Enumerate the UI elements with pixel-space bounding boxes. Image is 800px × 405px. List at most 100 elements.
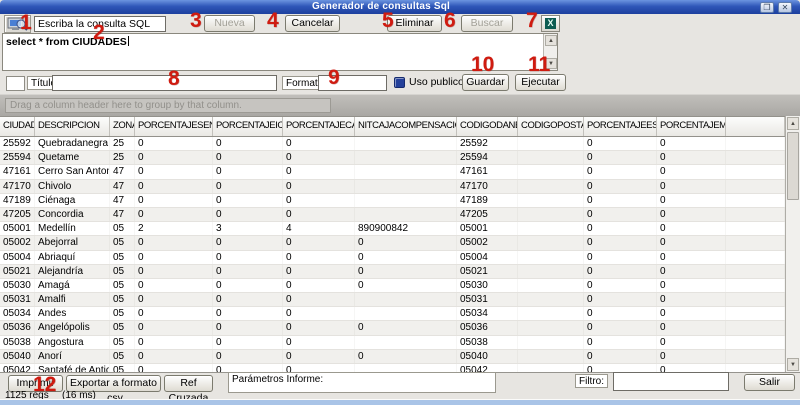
table-cell: 0 xyxy=(135,350,213,363)
table-cell xyxy=(726,265,785,278)
table-cell xyxy=(726,350,785,363)
column-header-descripcion[interactable]: DESCRIPCION xyxy=(35,117,110,136)
table-cell: 05038 xyxy=(0,336,35,349)
table-cell: 05038 xyxy=(457,336,518,349)
column-header-empty[interactable] xyxy=(726,117,785,136)
annotation-number-4: 4 xyxy=(267,11,279,30)
table-cell: 47170 xyxy=(457,180,518,193)
cancelar-button[interactable]: Cancelar xyxy=(285,15,340,32)
table-cell: 05 xyxy=(110,336,135,349)
eliminar-button[interactable]: Eliminar xyxy=(387,15,442,32)
table-cell: 0 xyxy=(584,251,657,264)
table-cell: 0 xyxy=(657,208,726,221)
row-indicator-box xyxy=(6,76,25,91)
table-cell xyxy=(355,151,457,164)
scrollbar-thumb[interactable] xyxy=(787,132,799,200)
annotation-number-5: 5 xyxy=(382,11,394,30)
maximize-button[interactable]: ❐ xyxy=(760,2,774,13)
table-cell: 05002 xyxy=(457,236,518,249)
scroll-up-icon[interactable]: ▲ xyxy=(787,117,799,130)
column-header-nitcajacompensacion[interactable]: NITCAJACOMPENSACION xyxy=(355,117,457,136)
table-row[interactable]: 05040Anorí0500000504000 xyxy=(0,350,785,364)
table-row[interactable]: 47170Chivolo470004717000 xyxy=(0,180,785,194)
table-row[interactable]: 05001Medellín052348909008420500100 xyxy=(0,222,785,236)
column-header-codigodane[interactable]: CODIGODANE xyxy=(457,117,518,136)
table-cell: Cerro San Antonio xyxy=(35,165,110,178)
table-cell xyxy=(355,307,457,320)
salir-button[interactable]: Salir xyxy=(744,374,795,391)
table-row[interactable]: 05038Angostura050000503800 xyxy=(0,336,785,350)
table-row[interactable]: 47189Ciénaga470004718900 xyxy=(0,194,785,208)
table-cell: 3 xyxy=(213,222,283,235)
table-cell xyxy=(355,165,457,178)
table-cell: Santafé de Antio... xyxy=(35,364,110,372)
table-cell: Alejandría xyxy=(35,265,110,278)
table-cell: 0 xyxy=(584,236,657,249)
column-header-ciudad[interactable]: CIUDAD xyxy=(0,117,35,136)
filtro-input[interactable] xyxy=(613,372,729,391)
titulo-input[interactable] xyxy=(52,75,277,91)
grid-scrollbar[interactable]: ▲ ▼ xyxy=(785,116,800,372)
table-row[interactable]: 05030Amagá0500000503000 xyxy=(0,279,785,293)
scroll-up-icon[interactable]: ▲ xyxy=(545,35,557,46)
column-header-porcentajeicbf[interactable]: PORCENTAJEICBF xyxy=(213,117,283,136)
table-cell: Anorí xyxy=(35,350,110,363)
grid-rows: 25592Quebradanegra25000255920025594Queta… xyxy=(0,137,785,372)
window-title: Generador de consultas Sql xyxy=(312,1,450,12)
close-button[interactable]: ✕ xyxy=(778,2,792,13)
table-cell: 0 xyxy=(135,293,213,306)
excel-x-icon: X xyxy=(545,18,556,29)
table-row[interactable]: 47205Concordia470004720500 xyxy=(0,208,785,222)
table-row[interactable]: 25592Quebradanegra250002559200 xyxy=(0,137,785,151)
column-header-porcentajemen[interactable]: PORCENTAJEMEN xyxy=(657,117,726,136)
table-cell: Concordia xyxy=(35,208,110,221)
table-cell: 0 xyxy=(657,151,726,164)
table-cell: 0 xyxy=(213,236,283,249)
table-row[interactable]: 05031Amalfi050000503100 xyxy=(0,293,785,307)
nueva-button[interactable]: Nueva xyxy=(204,15,255,32)
table-cell: 0 xyxy=(584,321,657,334)
table-cell: Angelópolis xyxy=(35,321,110,334)
title-bar: Generador de consultas Sql ❐ ✕ xyxy=(0,0,800,14)
table-row[interactable]: 05036Angelópolis0500000503600 xyxy=(0,321,785,335)
table-cell xyxy=(726,321,785,334)
table-row[interactable]: 05021Alejandría0500000502100 xyxy=(0,265,785,279)
table-cell: 0 xyxy=(657,180,726,193)
column-header-codigopostal[interactable]: CODIGOPOSTAL xyxy=(518,117,584,136)
table-cell: 0 xyxy=(135,180,213,193)
table-cell: 47 xyxy=(110,208,135,221)
column-header-porcentajecaja[interactable]: PORCENTAJECAJA xyxy=(283,117,355,136)
table-cell: 0 xyxy=(213,336,283,349)
table-cell: 0 xyxy=(584,208,657,221)
column-header-porcentajeesap[interactable]: PORCENTAJEESAP xyxy=(584,117,657,136)
group-by-hint: Drag a column header here to group by th… xyxy=(5,98,331,113)
table-row[interactable]: 05004Abriaquí0500000500400 xyxy=(0,251,785,265)
ref-cruzada-button[interactable]: Ref Cruzada xyxy=(164,375,213,392)
table-cell xyxy=(355,293,457,306)
guardar-button[interactable]: Guardar xyxy=(462,74,509,91)
table-cell: 0 xyxy=(283,364,355,372)
table-cell xyxy=(355,137,457,150)
table-cell: 2 xyxy=(135,222,213,235)
table-row[interactable]: 47161Cerro San Antonio470004716100 xyxy=(0,165,785,179)
table-cell: 0 xyxy=(584,165,657,178)
column-header-porcentajesena[interactable]: PORCENTAJESENA xyxy=(135,117,213,136)
scroll-down-icon[interactable]: ▼ xyxy=(787,358,799,371)
table-cell: 0 xyxy=(283,251,355,264)
table-row[interactable]: 05002Abejorral0500000500200 xyxy=(0,236,785,250)
table-cell: 0 xyxy=(135,137,213,150)
column-header-zona[interactable]: ZONA xyxy=(110,117,135,136)
table-cell: Abriaquí xyxy=(35,251,110,264)
table-cell: 47161 xyxy=(0,165,35,178)
export-excel-button[interactable]: X xyxy=(541,15,560,32)
table-cell: 47 xyxy=(110,194,135,207)
table-cell: 47205 xyxy=(457,208,518,221)
table-row[interactable]: 05034Andes050000503400 xyxy=(0,307,785,321)
ejecutar-button[interactable]: Ejecutar xyxy=(515,74,566,91)
uso-publico-checkbox[interactable] xyxy=(394,77,405,88)
buscar-button[interactable]: Buscar xyxy=(461,15,513,32)
table-cell: 0 xyxy=(213,251,283,264)
table-cell: 0 xyxy=(584,151,657,164)
table-row[interactable]: 25594Quetame250002559400 xyxy=(0,151,785,165)
table-row[interactable]: 05042Santafé de Antio...050000504200 xyxy=(0,364,785,372)
